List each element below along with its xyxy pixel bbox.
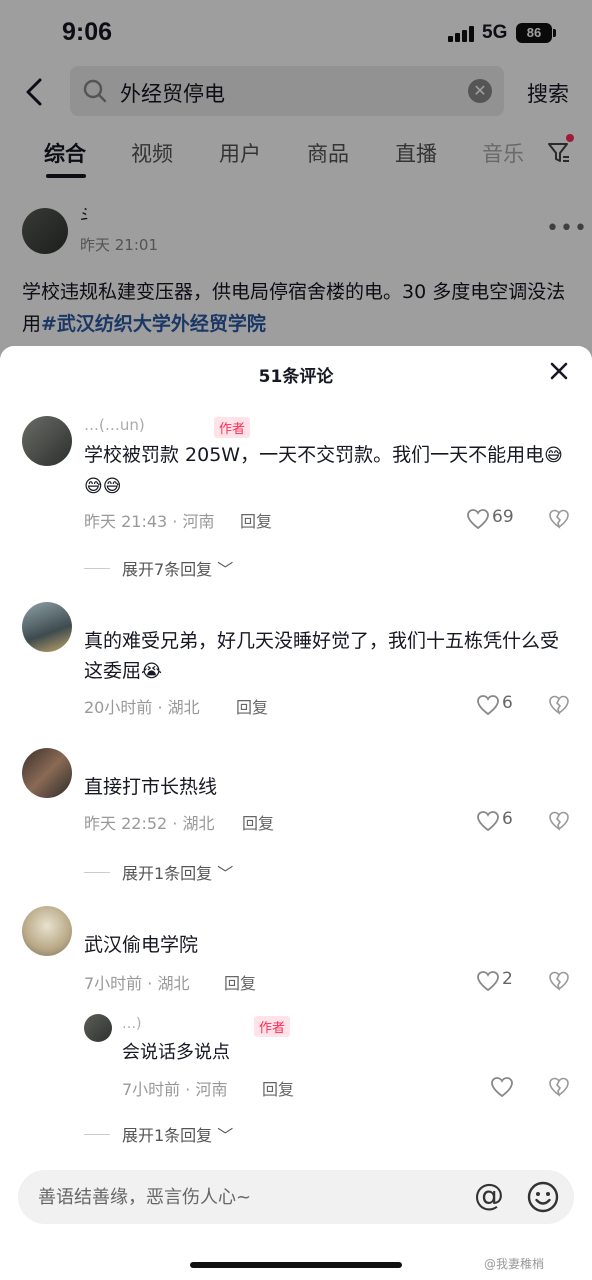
dislike-icon[interactable] xyxy=(548,970,570,992)
reply-text: 会说话多说点 xyxy=(122,1042,230,1063)
search-results-page: 9:06 5G 86 外经贸停电 ✕ 搜索 综合 视频 用户 商品 直播 音乐 xyxy=(0,0,592,360)
reply-button[interactable]: 回复 xyxy=(262,1076,294,1100)
avatar[interactable] xyxy=(22,416,72,466)
expand-replies-label: 展开7条回复 ﹀ xyxy=(122,560,234,579)
comment-input-bar: @ xyxy=(18,1170,574,1224)
avatar[interactable] xyxy=(22,602,72,652)
comment-body: 学校被罚款 205W，一天不交罚款。我们一天不能用电 xyxy=(84,444,545,466)
dislike-icon[interactable] xyxy=(548,508,570,530)
like-count: 6 xyxy=(502,693,513,713)
expand-replies[interactable]: 展开1条回复 ﹀ xyxy=(84,1122,304,1146)
heart-icon[interactable] xyxy=(490,1076,514,1098)
comment-time-location: 昨天 21:43 · 河南 xyxy=(84,512,215,531)
reply-button[interactable]: 回复 xyxy=(236,694,268,718)
expand-replies[interactable]: 展开7条回复 ﹀ xyxy=(84,556,304,580)
comment-time-location: 20小时前 · 湖北 xyxy=(84,698,200,717)
heart-icon[interactable] xyxy=(476,970,500,992)
expand-replies-label: 展开1条回复 ﹀ xyxy=(122,1126,234,1145)
avatar[interactable] xyxy=(22,748,72,798)
comment-sheet: 51条评论 …(…un) 作者 学校被罚款 205W，一天不交罚款。我们一天不能… xyxy=(0,346,592,1280)
heart-icon[interactable] xyxy=(476,810,500,832)
comment-body: 直接打市长热线 xyxy=(84,776,218,798)
reply-button[interactable]: 回复 xyxy=(224,970,256,994)
comment-input[interactable] xyxy=(38,1183,458,1211)
comment-text: 学校被罚款 205W，一天不交罚款。我们一天不能用电😅😅😅 xyxy=(84,440,572,502)
avatar[interactable] xyxy=(84,1014,112,1042)
dislike-icon[interactable] xyxy=(548,810,570,832)
comment-text: 武汉偷电学院 xyxy=(84,930,572,960)
like-count: 6 xyxy=(502,809,513,829)
divider xyxy=(84,568,110,569)
home-indicator xyxy=(190,1262,402,1268)
like-count: 69 xyxy=(492,507,514,527)
expand-replies-label: 展开1条回复 ﹀ xyxy=(122,864,234,883)
emoji-crying: 😭 xyxy=(141,661,163,682)
watermark: @我妻稚梢 xyxy=(484,1257,545,1271)
expand-text: 展开1条回复 xyxy=(122,1126,213,1145)
comment-text: 真的难受兄弟，好几天没睡好觉了，我们十五栋凭什么受这委屈😭 xyxy=(84,626,572,687)
commenter-name[interactable]: …(…un) xyxy=(84,416,145,434)
dislike-icon[interactable] xyxy=(548,694,570,716)
reply-button[interactable]: 回复 xyxy=(240,508,272,532)
comment-time-location: 昨天 22:52 · 湖北 xyxy=(84,814,215,833)
expand-replies[interactable]: 展开1条回复 ﹀ xyxy=(84,860,304,884)
commenter-name[interactable]: …) xyxy=(122,1016,141,1032)
divider xyxy=(84,1134,110,1135)
modal-overlay[interactable] xyxy=(0,0,592,360)
comment-text: 直接打市长热线 xyxy=(84,772,572,802)
comment-time-location: 7小时前 · 湖北 xyxy=(84,974,190,993)
like-count: 2 xyxy=(502,969,513,989)
comment-body: 武汉偷电学院 xyxy=(84,934,199,956)
reply-button[interactable]: 回复 xyxy=(242,810,274,834)
dislike-icon[interactable] xyxy=(548,1076,570,1098)
expand-text: 展开7条回复 xyxy=(122,560,213,579)
comment-count-title: 51条评论 xyxy=(258,367,334,387)
divider xyxy=(84,872,110,873)
author-badge: 作者 xyxy=(214,417,251,438)
emoji-icon[interactable] xyxy=(526,1180,560,1214)
author-badge: 作者 xyxy=(254,1016,291,1037)
heart-icon[interactable] xyxy=(476,694,500,716)
heart-icon[interactable] xyxy=(466,508,490,530)
expand-text: 展开1条回复 xyxy=(122,864,213,883)
comment-time-location: 7小时前 · 河南 xyxy=(122,1080,228,1099)
avatar[interactable] xyxy=(22,906,72,956)
close-icon[interactable] xyxy=(546,358,572,384)
mention-icon[interactable]: @ xyxy=(472,1180,506,1214)
